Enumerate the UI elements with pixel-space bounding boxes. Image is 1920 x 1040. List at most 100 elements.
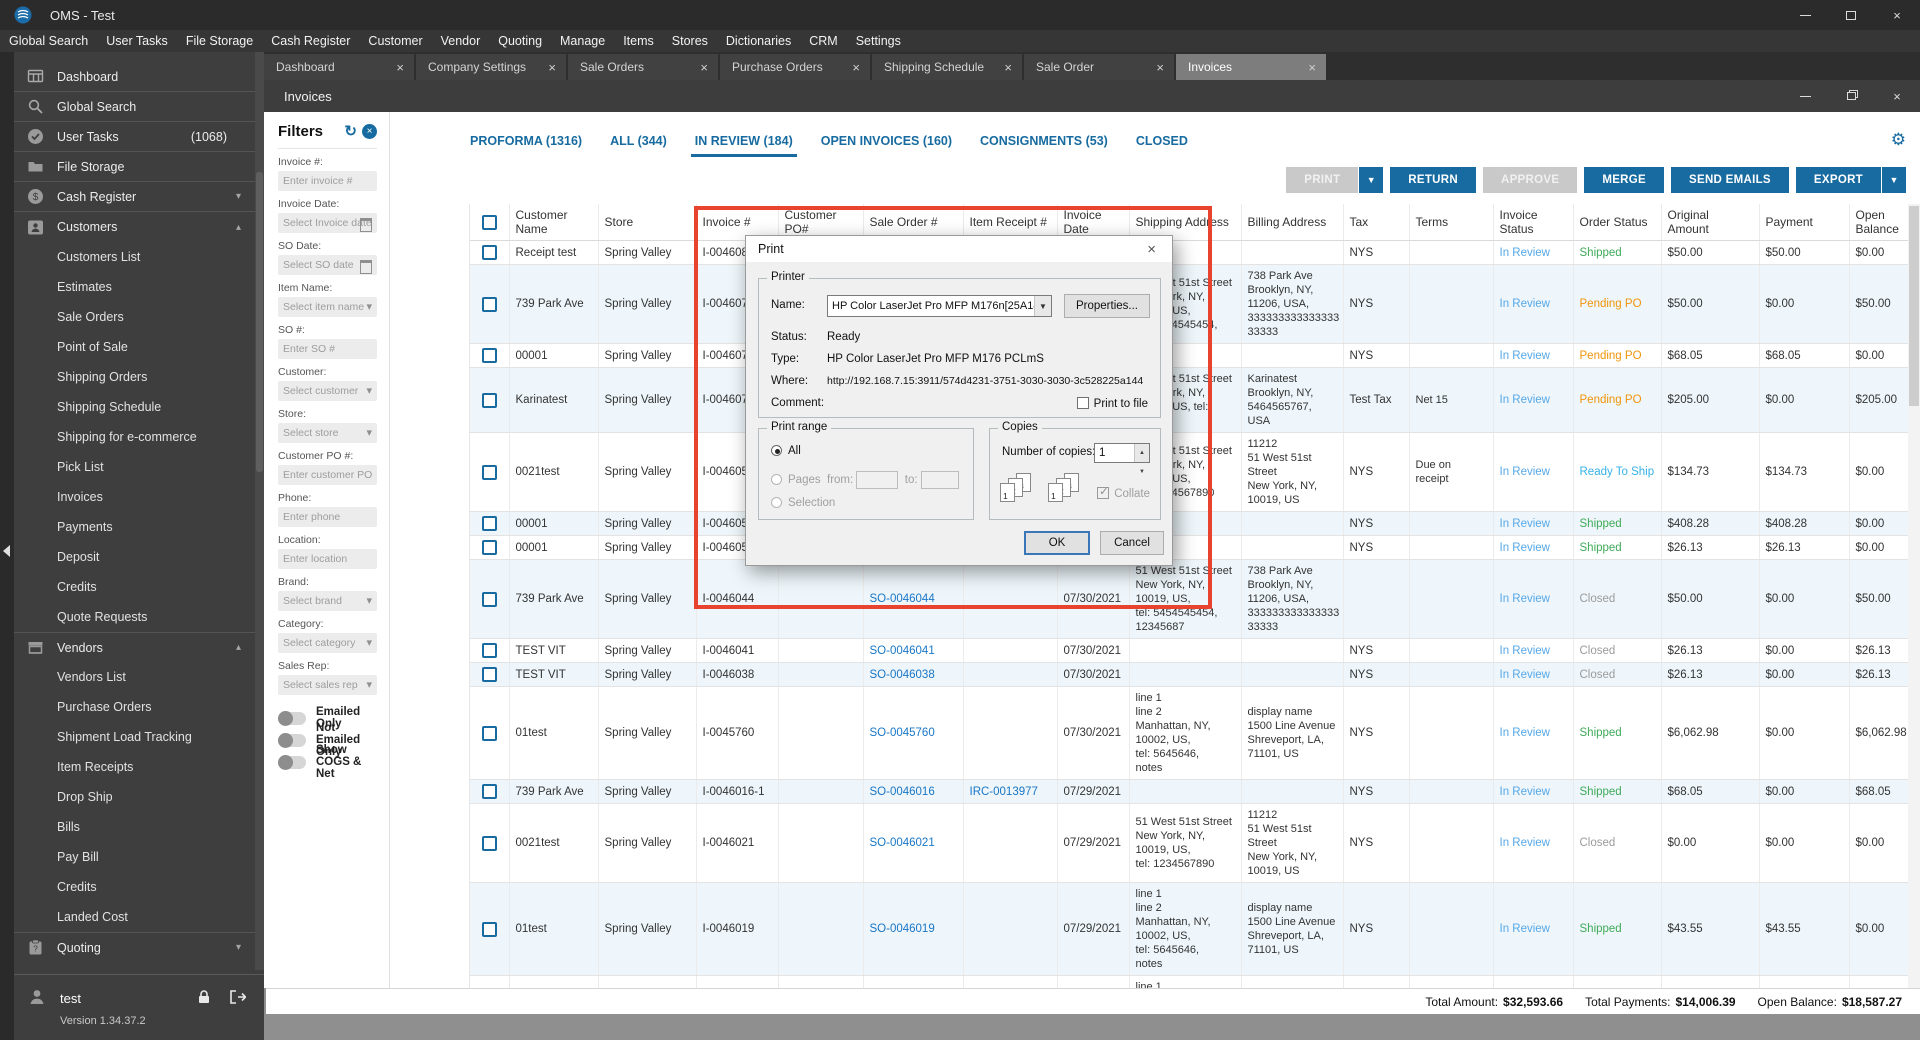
invoices-close-button[interactable]: × xyxy=(1874,81,1920,111)
cell-item-receipt-link[interactable]: IRC-0013977 xyxy=(963,779,1058,804)
sidebar-item-global-search[interactable]: Global Search xyxy=(14,92,255,122)
row-checkbox[interactable] xyxy=(481,245,497,260)
tab-close-icon[interactable]: × xyxy=(530,60,556,75)
filter-input[interactable] xyxy=(278,591,377,611)
table-row[interactable]: 01test Spring Valley I-0046019 SO-004601… xyxy=(470,882,1908,976)
menu-item[interactable]: Manage xyxy=(551,30,614,52)
dialog-close-icon[interactable]: × xyxy=(1141,241,1162,258)
sidebar-subitem[interactable]: Purchase Orders xyxy=(14,692,255,722)
cell-item-receipt-link[interactable] xyxy=(963,686,1058,780)
filter-input[interactable] xyxy=(278,507,377,527)
row-checkbox[interactable] xyxy=(481,464,497,480)
copies-spinner[interactable]: 1 ▲ ▼ xyxy=(1094,443,1150,475)
table-row[interactable]: Karinatest Spring Valley I-0046074 51 We… xyxy=(470,367,1908,433)
sidebar-item-dashboard[interactable]: Dashboard xyxy=(14,62,255,92)
menu-item[interactable]: Settings xyxy=(847,30,910,52)
gear-icon[interactable]: ⚙ xyxy=(1891,130,1906,150)
table-row[interactable]: 0021test Spring Valley I-0046021 SO-0046… xyxy=(470,803,1908,883)
mdi-tab[interactable]: Sale Orders × xyxy=(568,54,718,80)
row-checkbox[interactable] xyxy=(481,296,497,312)
cancel-button[interactable]: Cancel xyxy=(1100,531,1164,555)
status-tab[interactable]: CLOSED xyxy=(1136,134,1188,157)
mdi-tab[interactable]: Sale Order × xyxy=(1024,54,1174,80)
sidebar-subitem[interactable]: Shipment Load Tracking xyxy=(14,722,255,752)
row-checkbox[interactable] xyxy=(481,725,497,741)
status-tab[interactable]: CONSIGNMENTS (53) xyxy=(980,134,1108,157)
sidebar-subitem[interactable]: Point of Sale xyxy=(14,332,255,362)
table-row[interactable]: 00001 Spring Valley I-0046052 NYS In Rev… xyxy=(470,511,1908,536)
status-tab[interactable]: PROFORMA (1316) xyxy=(470,134,582,157)
tab-close-icon[interactable]: × xyxy=(682,60,708,75)
table-row[interactable]: 00001 Spring Valley I-0046055 NYS In Rev… xyxy=(470,535,1908,560)
printer-name-select[interactable]: HP Color LaserJet Pro MFP M176n[25A144 ▼ xyxy=(827,295,1052,317)
sidebar-subitem[interactable]: Pick List xyxy=(14,452,255,482)
logout-icon[interactable] xyxy=(229,989,246,1005)
sidebar-item-file-storage[interactable]: File Storage xyxy=(14,152,255,182)
table-row[interactable]: 0021test Spring Valley I-0046059 51 West… xyxy=(470,432,1908,512)
toggle-switch[interactable] xyxy=(278,710,306,726)
row-checkbox[interactable] xyxy=(481,835,497,851)
table-row[interactable]: 00001 Spring Valley I-0046075 NYS In Rev… xyxy=(470,343,1908,368)
menu-item[interactable]: Quoting xyxy=(489,30,551,52)
cell-sale-order-link[interactable]: SO-0046016 xyxy=(863,779,964,804)
sidebar-subitem[interactable]: Item Receipts xyxy=(14,752,255,782)
menu-item[interactable]: Cash Register xyxy=(262,30,359,52)
table-row[interactable]: 739 Park Ave Spring Valley I-0046076 51 … xyxy=(470,264,1908,344)
pages-to-input[interactable] xyxy=(920,471,959,489)
invoices-minimize-button[interactable] xyxy=(1782,81,1828,111)
sidebar-subitem[interactable]: Shipping Schedule xyxy=(14,392,255,422)
clear-filters-icon[interactable]: × xyxy=(362,123,377,139)
sidebar-subitem[interactable]: Shipping for e-commerce xyxy=(14,422,255,452)
cell-item-receipt-link[interactable] xyxy=(963,803,1058,883)
table-row[interactable]: Receipt test Spring Valley I-0046083 NYS xyxy=(470,240,1908,265)
menu-item[interactable]: Stores xyxy=(663,30,717,52)
col-customer-name[interactable]: Customer Name xyxy=(509,204,599,241)
sidebar-item-cash-register[interactable]: $ Cash Register ▾ xyxy=(14,182,255,212)
sidebar-subitem[interactable]: Credits xyxy=(14,872,255,902)
print-dropdown-button[interactable]: ▼ xyxy=(1359,167,1384,193)
cell-sale-order-link[interactable]: SO-0046019 xyxy=(863,882,964,976)
cell-item-receipt-link[interactable] xyxy=(963,882,1058,976)
menu-item[interactable]: Items xyxy=(614,30,663,52)
table-row[interactable]: TEST VIT Spring Valley I-0046041 SO-0046… xyxy=(470,638,1908,663)
sidebar-subitem[interactable]: Sale Orders xyxy=(14,302,255,332)
sidebar-subitem[interactable]: Landed Cost xyxy=(14,902,255,932)
col-store[interactable]: Store xyxy=(598,204,697,241)
sidebar-item-quoting[interactable]: ? Quoting ▾ xyxy=(14,932,255,962)
sidebar-collapse-icon[interactable] xyxy=(3,545,10,557)
tab-close-icon[interactable]: × xyxy=(378,60,404,75)
toggle-switch[interactable] xyxy=(278,732,306,748)
menu-item[interactable]: Dictionaries xyxy=(717,30,800,52)
invoices-restore-button[interactable] xyxy=(1828,81,1874,111)
lock-icon[interactable] xyxy=(196,989,212,1005)
row-checkbox[interactable] xyxy=(481,516,497,531)
sidebar-subitem[interactable]: Vendors List xyxy=(14,662,255,692)
sidebar-item-user-tasks[interactable]: User Tasks (1068) xyxy=(14,122,255,152)
table-row[interactable]: 739 Park Ave Spring Valley I-0046016-1 S… xyxy=(470,779,1908,804)
sidebar-subitem[interactable]: Credits xyxy=(14,572,255,602)
cell-item-receipt-link[interactable] xyxy=(963,559,1058,639)
mdi-tab[interactable]: Shipping Schedule × xyxy=(872,54,1022,80)
merge-button[interactable]: MERGE xyxy=(1584,167,1664,193)
row-checkbox[interactable] xyxy=(481,921,497,937)
tab-close-icon[interactable]: × xyxy=(834,60,860,75)
row-checkbox[interactable] xyxy=(481,784,497,799)
sidebar-subitem[interactable]: Invoices xyxy=(14,482,255,512)
table-row[interactable]: line 1 line 2 Manhattan, NY, display nam… xyxy=(470,975,1908,988)
cell-sale-order-link[interactable]: SO-0046021 xyxy=(863,803,964,883)
send-emails-button[interactable]: SEND EMAILS xyxy=(1671,167,1789,193)
tab-close-icon[interactable]: × xyxy=(1138,60,1164,75)
menu-item[interactable]: CRM xyxy=(800,30,846,52)
mdi-tab[interactable]: Company Settings × xyxy=(416,54,566,80)
filter-input[interactable] xyxy=(278,381,377,401)
status-tab[interactable]: OPEN INVOICES (160) xyxy=(821,134,952,157)
window-minimize-button[interactable] xyxy=(1782,0,1828,30)
range-all-radio[interactable] xyxy=(771,445,782,456)
col-billing-address[interactable]: Billing Address xyxy=(1241,204,1344,241)
sidebar-item-customers[interactable]: Customers ▴ xyxy=(14,212,255,242)
window-maximize-button[interactable] xyxy=(1828,0,1874,30)
sidebar-subitem[interactable]: Shipping Orders xyxy=(14,362,255,392)
mdi-tab[interactable]: Purchase Orders × xyxy=(720,54,870,80)
col-invoice-status[interactable]: Invoice Status xyxy=(1493,204,1574,241)
cell-sale-order-link[interactable]: SO-0045760 xyxy=(863,686,964,780)
